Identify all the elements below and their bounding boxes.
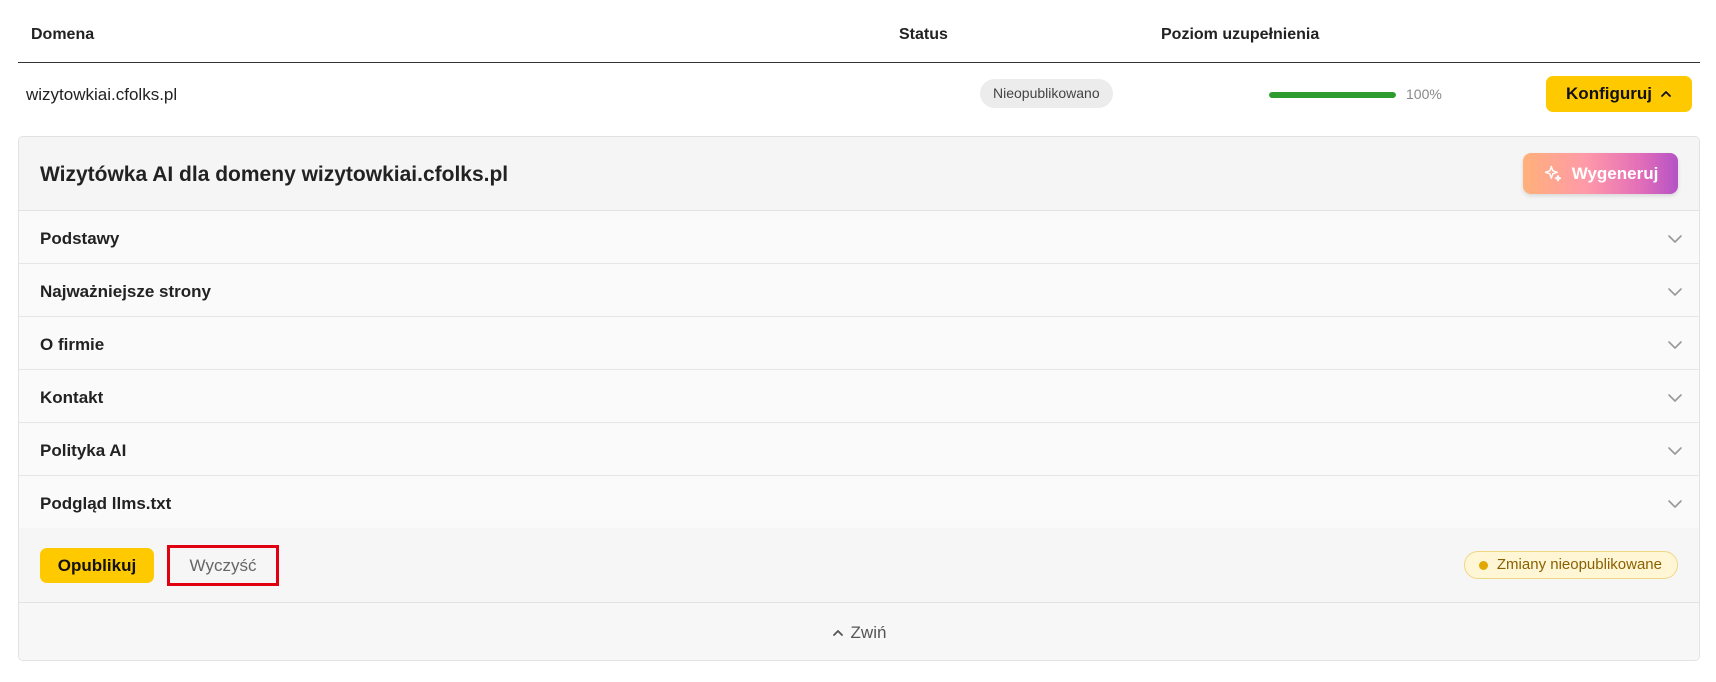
panel-footer: Opublikuj Wyczyść Zmiany nieopublikowane [19,528,1699,603]
accordion-label: Podgląd llms.txt [40,494,172,513]
configure-label: Konfiguruj [1566,84,1652,103]
header-domain: Domena [31,26,95,43]
status-badge: Nieopublikowano [980,79,1113,108]
accordion-ai-policy[interactable]: Polityka AI [19,423,1699,476]
chevron-down-icon [1668,500,1682,508]
clear-button[interactable]: Wyczyść [167,545,279,586]
panel-header: Wizytówka AI dla domeny wizytowkiai.cfol… [19,137,1699,211]
chevron-down-icon [1668,394,1682,402]
header-status: Status [899,26,948,43]
accordion-basics[interactable]: Podstawy [19,211,1699,264]
collapse-button[interactable]: Zwiń [19,603,1699,660]
generate-label: Wygeneruj [1571,163,1659,183]
table-row: wizytowkiai.cfolks.pl Nieopublikowano 10… [18,63,1700,136]
publish-button[interactable]: Opublikuj [40,548,154,583]
unpublished-changes-badge: Zmiany nieopublikowane [1463,551,1678,579]
accordion-about-company[interactable]: O firmie [19,317,1699,370]
chevron-down-icon [1668,447,1682,455]
panel-title: Wizytówka AI dla domeny wizytowkiai.cfol… [40,163,509,186]
progress-fill [1269,92,1396,98]
accordion-label: Najważniejsze strony [40,282,212,301]
completion-progress-bar [1269,92,1396,98]
progress-label: 100% [1406,86,1442,102]
chevron-down-icon [1668,341,1682,349]
accordion-contact[interactable]: Kontakt [19,370,1699,423]
status-dot-icon [1478,561,1488,570]
chevron-up-icon [1661,91,1671,97]
accordion-label: Kontakt [40,388,104,407]
chevron-up-icon [832,629,843,636]
header-completion: Poziom uzupełnienia [1161,26,1320,43]
collapse-label: Zwiń [850,622,887,642]
domain-name: wizytowkiai.cfolks.pl [26,85,178,104]
config-panel: Wizytówka AI dla domeny wizytowkiai.cfol… [18,136,1700,661]
accordion-llms-preview[interactable]: Podgląd llms.txt [19,476,1699,529]
generate-button[interactable]: Wygeneruj [1523,153,1678,194]
accordion-label: O firmie [40,335,105,354]
configure-button[interactable]: Konfiguruj [1546,76,1692,112]
table-header: Domena Status Poziom uzupełnienia [18,0,1700,63]
chevron-down-icon [1668,288,1682,296]
sparkles-icon [1544,165,1561,181]
unpublished-changes-label: Zmiany nieopublikowane [1496,556,1662,573]
accordion-label: Podstawy [40,229,120,248]
accordion-label: Polityka AI [40,441,127,460]
chevron-down-icon [1668,235,1682,243]
accordion-key-pages[interactable]: Najważniejsze strony [19,264,1699,317]
